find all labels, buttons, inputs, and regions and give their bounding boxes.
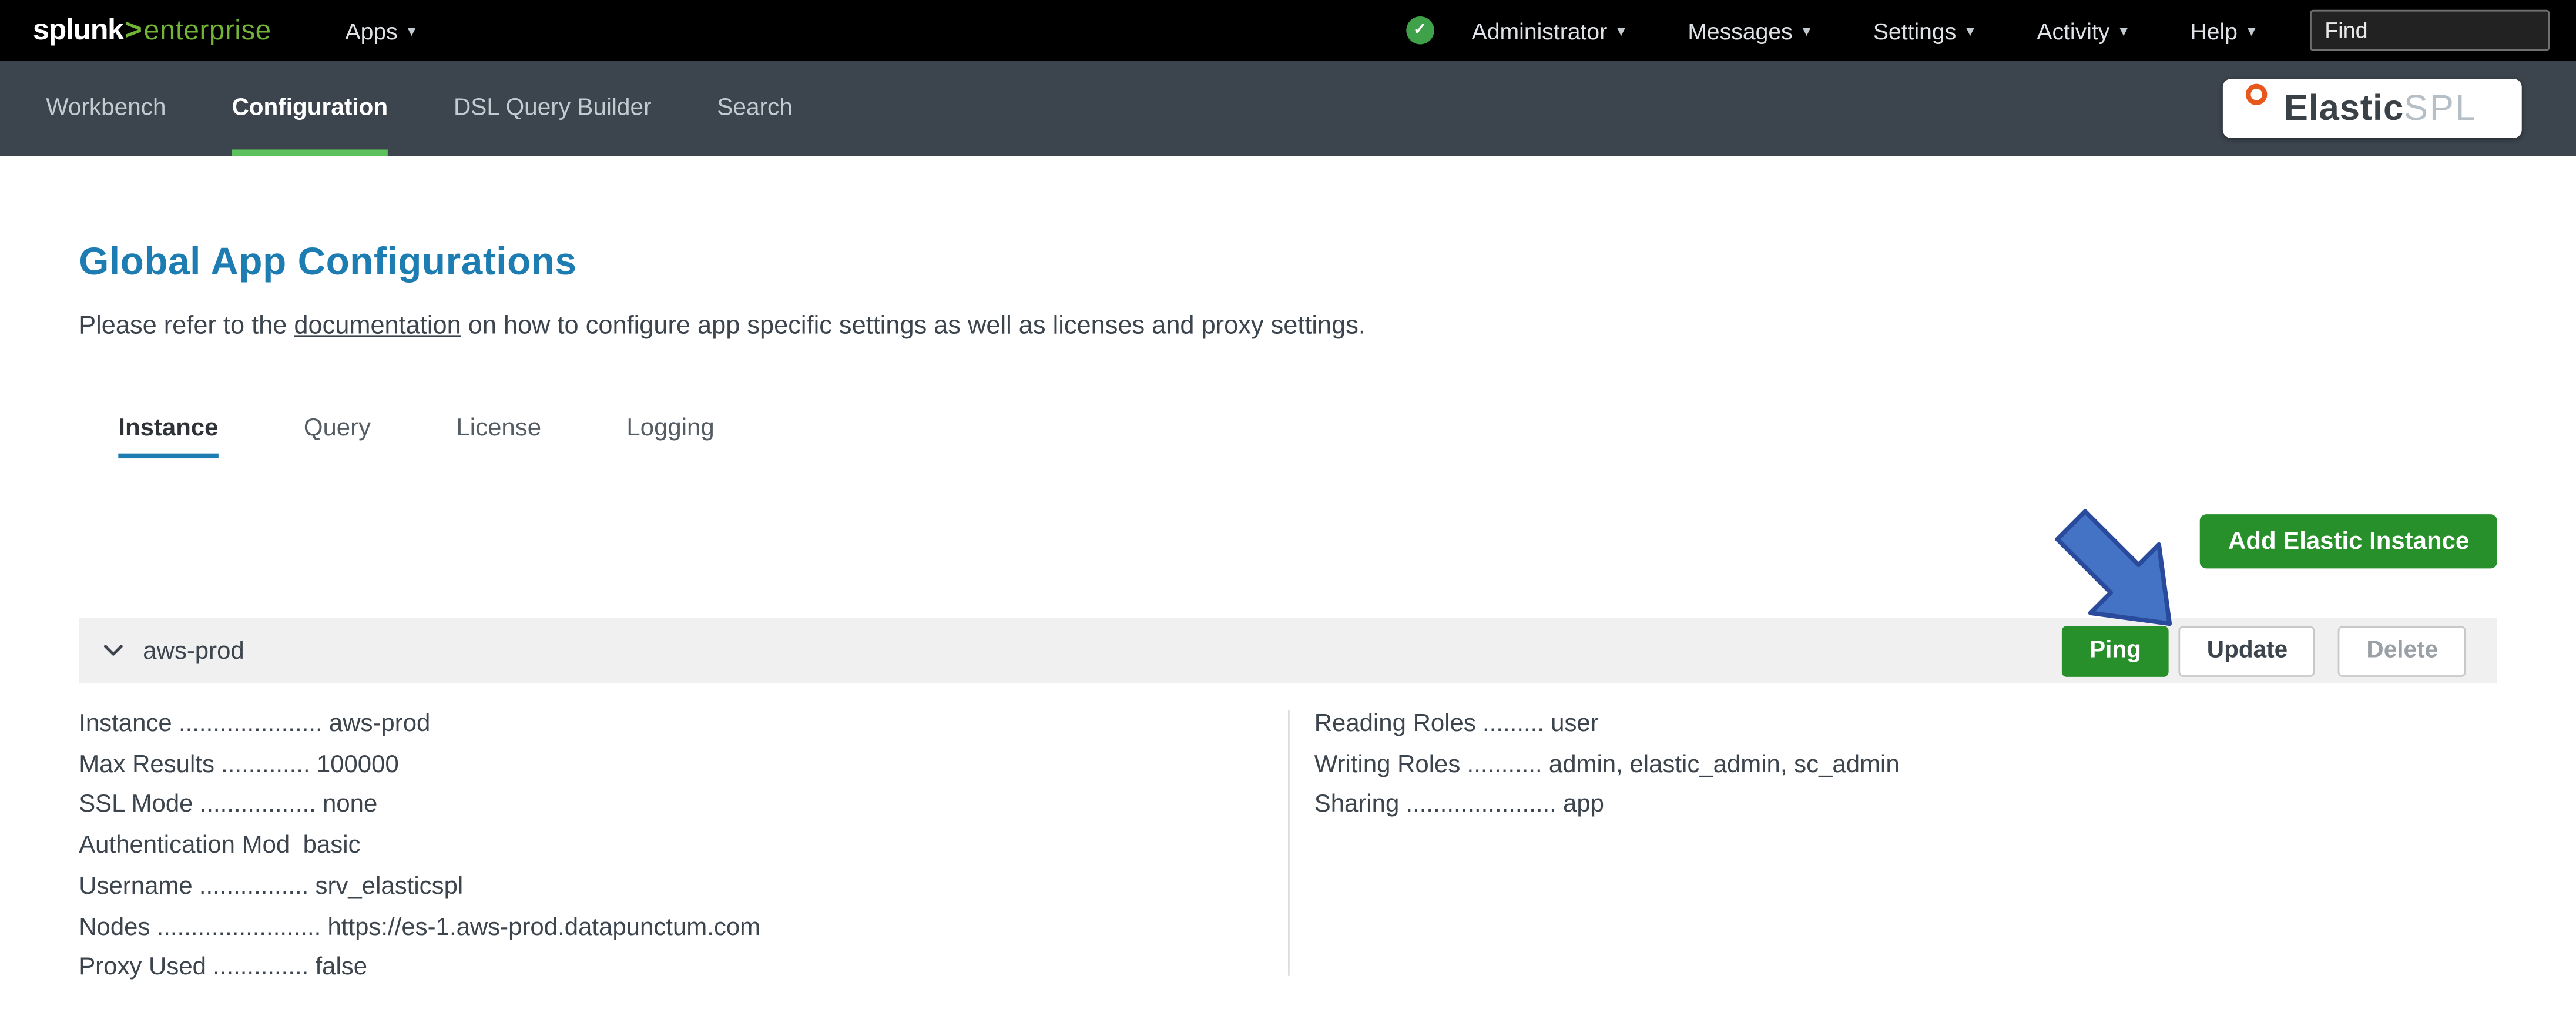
detail-dots: ...................... (1406, 790, 1557, 819)
detail-row: Username................ srv_elasticspl (79, 867, 760, 908)
detail-value: app (1563, 790, 1604, 819)
settings-menu[interactable]: Settings ▾ (1842, 0, 2006, 61)
nav-item-search[interactable]: Search (717, 61, 792, 156)
instance-details-right: Reading Roles......... user Writing Roles… (1314, 705, 1900, 826)
intro-after: on how to configure app specific setting… (461, 312, 1366, 340)
documentation-link[interactable]: documentation (294, 312, 461, 340)
detail-row: Instance..................... aws-prod (79, 705, 760, 745)
activity-menu[interactable]: Activity ▾ (2005, 0, 2159, 61)
messages-menu-label: Messages (1688, 17, 1793, 44)
caret-down-icon: ▾ (2247, 23, 2256, 41)
detail-value: 100000 (316, 750, 399, 779)
detail-label: Nodes (79, 913, 150, 941)
detail-row: Writing Roles........... admin, elastic_a… (1314, 746, 1900, 786)
tab-query[interactable]: Query (304, 414, 371, 458)
detail-value: https://es-1.aws-prod.datapunctum.com (327, 913, 761, 941)
detail-label: Instance (79, 709, 172, 738)
tab-logging[interactable]: Logging (626, 414, 714, 458)
chevron-down-icon[interactable] (102, 639, 125, 662)
detail-label: Sharing (1314, 790, 1400, 819)
splunk-logo-brand: splunk (32, 13, 124, 46)
column-divider (1287, 709, 1290, 976)
detail-row: Nodes........................ https://es-… (79, 908, 760, 948)
instance-row: aws-prod Ping Update Delete (79, 618, 2497, 684)
detail-value: user (1551, 709, 1599, 738)
apps-menu-label: Apps (345, 17, 398, 44)
page: splunk > enterprise Apps ▾ ✓ Administrat… (0, 0, 2576, 1036)
detail-label: SSL Mode (79, 790, 193, 819)
nav-item-configuration[interactable]: Configuration (232, 61, 388, 156)
intro-before: Please refer to the (79, 312, 294, 340)
administrator-menu[interactable]: Administrator ▾ (1441, 0, 1657, 61)
tabs: Instance Query License Logging (118, 414, 715, 459)
find-input[interactable] (2310, 9, 2550, 51)
add-elastic-instance-button[interactable]: Add Elastic Instance (2200, 514, 2497, 569)
activity-menu-label: Activity (2037, 17, 2110, 44)
topbar: splunk > enterprise Apps ▾ ✓ Administrat… (0, 0, 2576, 61)
detail-value: srv_elasticspl (315, 872, 464, 900)
detail-row: Authentication Mod basic (79, 827, 760, 867)
status-check-icon: ✓ (1406, 16, 1434, 45)
detail-label: Proxy Used (79, 953, 206, 981)
caret-down-icon: ▾ (1802, 23, 1811, 41)
caret-down-icon: ▾ (2119, 23, 2128, 41)
check-icon: ✓ (1413, 21, 1427, 40)
detail-label: Writing Roles (1314, 750, 1461, 779)
splunk-logo[interactable]: splunk > enterprise (33, 13, 271, 48)
instance-name: aws-prod (143, 636, 244, 665)
instance-details-left: Instance..................... aws-prod Ma… (79, 705, 760, 988)
detail-dots: ..................... (178, 709, 323, 738)
splunk-logo-gt: > (125, 13, 142, 46)
detail-dots: ............. (221, 750, 310, 779)
elasticspl-logo-elastic: Elastic (2283, 87, 2404, 129)
settings-menu-label: Settings (1873, 17, 1957, 44)
detail-dots: ................ (199, 872, 309, 900)
elasticspl-logo-spl: SPL (2404, 87, 2477, 129)
update-button[interactable]: Update (2179, 625, 2316, 676)
elasticspl-logo: Elastic SPL (2222, 79, 2522, 138)
splunk-logo-product: enterprise (143, 15, 271, 46)
administrator-menu-label: Administrator (1471, 17, 1608, 44)
tab-instance[interactable]: Instance (118, 414, 219, 459)
detail-dots: .............. (213, 953, 309, 981)
detail-value: basic (303, 832, 361, 860)
detail-row: Sharing...................... app (1314, 786, 1900, 827)
apps-menu[interactable]: Apps ▾ (314, 0, 447, 61)
nav-item-workbench[interactable]: Workbench (46, 61, 166, 156)
detail-dots: ................. (199, 790, 316, 819)
caret-down-icon: ▾ (407, 23, 416, 41)
detail-label: Reading Roles (1314, 709, 1476, 738)
messages-menu[interactable]: Messages ▾ (1656, 0, 1842, 61)
page-title: Global App Configurations (79, 240, 577, 283)
detail-value: aws-prod (328, 709, 431, 738)
ping-button[interactable]: Ping (2061, 625, 2169, 676)
detail-row: SSL Mode................. none (79, 786, 760, 827)
help-menu-label: Help (2190, 17, 2238, 44)
detail-value: admin, elastic_admin, sc_admin (1548, 750, 1900, 779)
intro-text: Please refer to the documentation on how… (79, 312, 1366, 341)
delete-button[interactable]: Delete (2338, 625, 2466, 676)
detail-value: none (323, 790, 378, 819)
help-menu[interactable]: Help ▾ (2159, 0, 2287, 61)
detail-dots: ......... (1482, 709, 1544, 738)
detail-label: Username (79, 872, 193, 900)
app-navbar: Workbench Configuration DSL Query Builde… (0, 61, 2576, 156)
caret-down-icon: ▾ (1617, 23, 1626, 41)
detail-row: Max Results............. 100000 (79, 746, 760, 786)
detail-label: Max Results (79, 750, 214, 779)
elasticspl-logo-icon (2246, 83, 2268, 105)
detail-dots: ........... (1467, 750, 1542, 779)
detail-label: Authentication Mod (79, 832, 290, 860)
caret-down-icon: ▾ (1966, 23, 1975, 41)
detail-value: false (315, 953, 368, 981)
tab-license[interactable]: License (456, 414, 541, 458)
detail-row: Proxy Used.............. false (79, 948, 760, 989)
detail-dots: ........................ (156, 913, 321, 941)
nav-item-dsl-query-builder[interactable]: DSL Query Builder (454, 61, 652, 156)
detail-row: Reading Roles......... user (1314, 705, 1900, 745)
